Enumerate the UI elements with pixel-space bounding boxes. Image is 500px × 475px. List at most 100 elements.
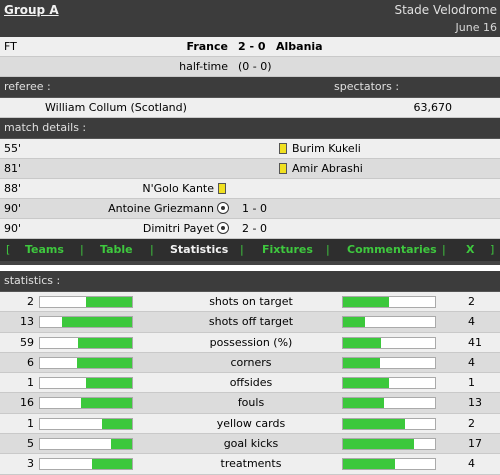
- home-stat-value: 6: [27, 355, 34, 369]
- away-stat-bar: [342, 356, 436, 369]
- away-stat-fill: [343, 297, 389, 307]
- stat-row: 16 fouls 13: [0, 393, 500, 414]
- tab-statistics[interactable]: Statistics: [170, 239, 228, 261]
- away-stat-value: 1: [468, 376, 475, 390]
- goal-ball-icon: [217, 202, 229, 214]
- venue: Stade Velodrome: [394, 3, 497, 17]
- home-stat-bar: [39, 417, 133, 430]
- away-stat-value: 41: [468, 335, 482, 349]
- away-stat-bar: [342, 397, 436, 410]
- event-player[interactable]: Antoine Griezmann: [108, 199, 214, 218]
- stat-row: 1 yellow cards 2: [0, 413, 500, 435]
- home-stat-bar: [39, 316, 133, 329]
- home-stat-bar: [39, 458, 133, 471]
- stat-row: 3 treatments 4: [0, 454, 500, 475]
- away-stat-bar: [342, 377, 436, 390]
- away-team[interactable]: Albania: [276, 37, 323, 56]
- halftime-score: (0 - 0): [238, 60, 272, 73]
- event-player[interactable]: Dimitri Payet: [143, 219, 214, 238]
- away-stat-bar: [342, 336, 436, 349]
- spectators-count: 63,670: [413, 101, 453, 114]
- home-stat-bar: [39, 397, 133, 410]
- stat-name: treatments: [220, 457, 282, 471]
- tab-bracket-close: ]: [490, 243, 495, 256]
- statistics-label: statistics :: [4, 274, 61, 287]
- yellow-card-icon: [218, 182, 226, 194]
- stat-row: 59 possession (%) 41: [0, 332, 500, 353]
- tab-commentaries[interactable]: Commentaries: [347, 239, 437, 261]
- event-minute: 90': [4, 222, 22, 235]
- event-row: 55' Burim Kukeli: [0, 139, 500, 159]
- home-stat-bar: [39, 377, 133, 390]
- away-stat-bar: [342, 316, 436, 329]
- tab-separator: |: [80, 243, 84, 256]
- match-status: FT: [4, 40, 17, 53]
- stat-row: 13 shots off target 4: [0, 312, 500, 333]
- match-date: June 16: [455, 21, 497, 34]
- stat-name: shots off target: [208, 315, 294, 329]
- away-stat-fill: [343, 459, 396, 470]
- event-minute: 81': [4, 162, 22, 175]
- home-stat-fill: [62, 317, 132, 328]
- goal-ball-icon: [217, 222, 229, 234]
- stat-row: 6 corners 4: [0, 352, 500, 374]
- referee-row: William Collum (Scotland) 63,670: [0, 98, 500, 118]
- stat-name: shots on target: [209, 295, 293, 308]
- event-score: 2 - 0: [242, 222, 267, 235]
- home-stat-bar: [39, 296, 133, 308]
- away-stat-value: 2: [468, 295, 475, 308]
- home-stat-bar: [39, 356, 133, 369]
- tab-table[interactable]: Table: [100, 239, 133, 261]
- event-player[interactable]: Burim Kukeli: [292, 139, 361, 158]
- away-stat-value: 4: [468, 457, 475, 471]
- home-stat-value: 3: [27, 457, 34, 471]
- event-player[interactable]: N'Golo Kante: [142, 179, 214, 198]
- stat-name: goal kicks: [223, 437, 279, 451]
- halftime-row: half-time (0 - 0): [0, 57, 500, 77]
- away-stat-value: 2: [468, 416, 475, 430]
- tab-teams[interactable]: Teams: [25, 239, 64, 261]
- tab-bar: [ Teams | Table | Statistics | Fixtures …: [0, 239, 500, 265]
- away-stat-fill: [343, 398, 385, 409]
- away-stat-fill: [343, 357, 380, 368]
- home-stat-value: 2: [27, 295, 34, 308]
- event-row: 88' N'Golo Kante: [0, 179, 500, 199]
- tab-separator: |: [240, 243, 244, 256]
- tab-separator: |: [442, 243, 446, 256]
- event-row: 81' Amir Abrashi: [0, 159, 500, 179]
- away-stat-fill: [343, 418, 405, 429]
- away-stat-value: 4: [468, 315, 475, 329]
- tab-bracket-open: [: [6, 243, 11, 256]
- home-stat-fill: [86, 297, 132, 307]
- statistics-header: statistics :: [0, 271, 500, 292]
- spectators-label: spectators :: [334, 80, 400, 93]
- away-stat-bar: [342, 438, 436, 451]
- group-link[interactable]: Group A: [4, 3, 59, 17]
- score-row: FT France 2 - 0 Albania: [0, 37, 500, 57]
- event-row: 90' Dimitri Payet 2 - 0: [0, 219, 500, 239]
- home-stat-value: 13: [20, 315, 34, 329]
- tab-close[interactable]: X: [466, 239, 474, 261]
- stat-row: 2 shots on target 2: [0, 292, 500, 313]
- home-stat-fill: [110, 439, 132, 450]
- yellow-card-icon: [279, 142, 287, 154]
- details-label: match details :: [4, 121, 87, 134]
- tab-fixtures[interactable]: Fixtures: [262, 239, 313, 261]
- yellow-card-icon: [279, 162, 287, 174]
- event-minute: 90': [4, 202, 22, 215]
- event-row: 90' Antoine Griezmann 1 - 0: [0, 199, 500, 219]
- home-stat-bar: [39, 336, 133, 349]
- event-player[interactable]: Amir Abrashi: [292, 159, 363, 178]
- statistics-table: 2 shots on target 2 13 shots off target 4 59 po…: [0, 292, 500, 475]
- stat-row: 5 goal kicks 17: [0, 434, 500, 455]
- away-stat-value: 13: [468, 396, 482, 410]
- away-stat-value: 4: [468, 355, 475, 369]
- stat-name: corners: [230, 355, 272, 369]
- home-stat-fill: [86, 378, 132, 389]
- away-stat-bar: [342, 417, 436, 430]
- stat-name: possession (%): [209, 335, 293, 349]
- tab-separator: |: [150, 243, 154, 256]
- halftime-label: half-time: [179, 60, 228, 73]
- home-team[interactable]: France: [187, 37, 228, 56]
- referee-label: referee :: [4, 80, 51, 93]
